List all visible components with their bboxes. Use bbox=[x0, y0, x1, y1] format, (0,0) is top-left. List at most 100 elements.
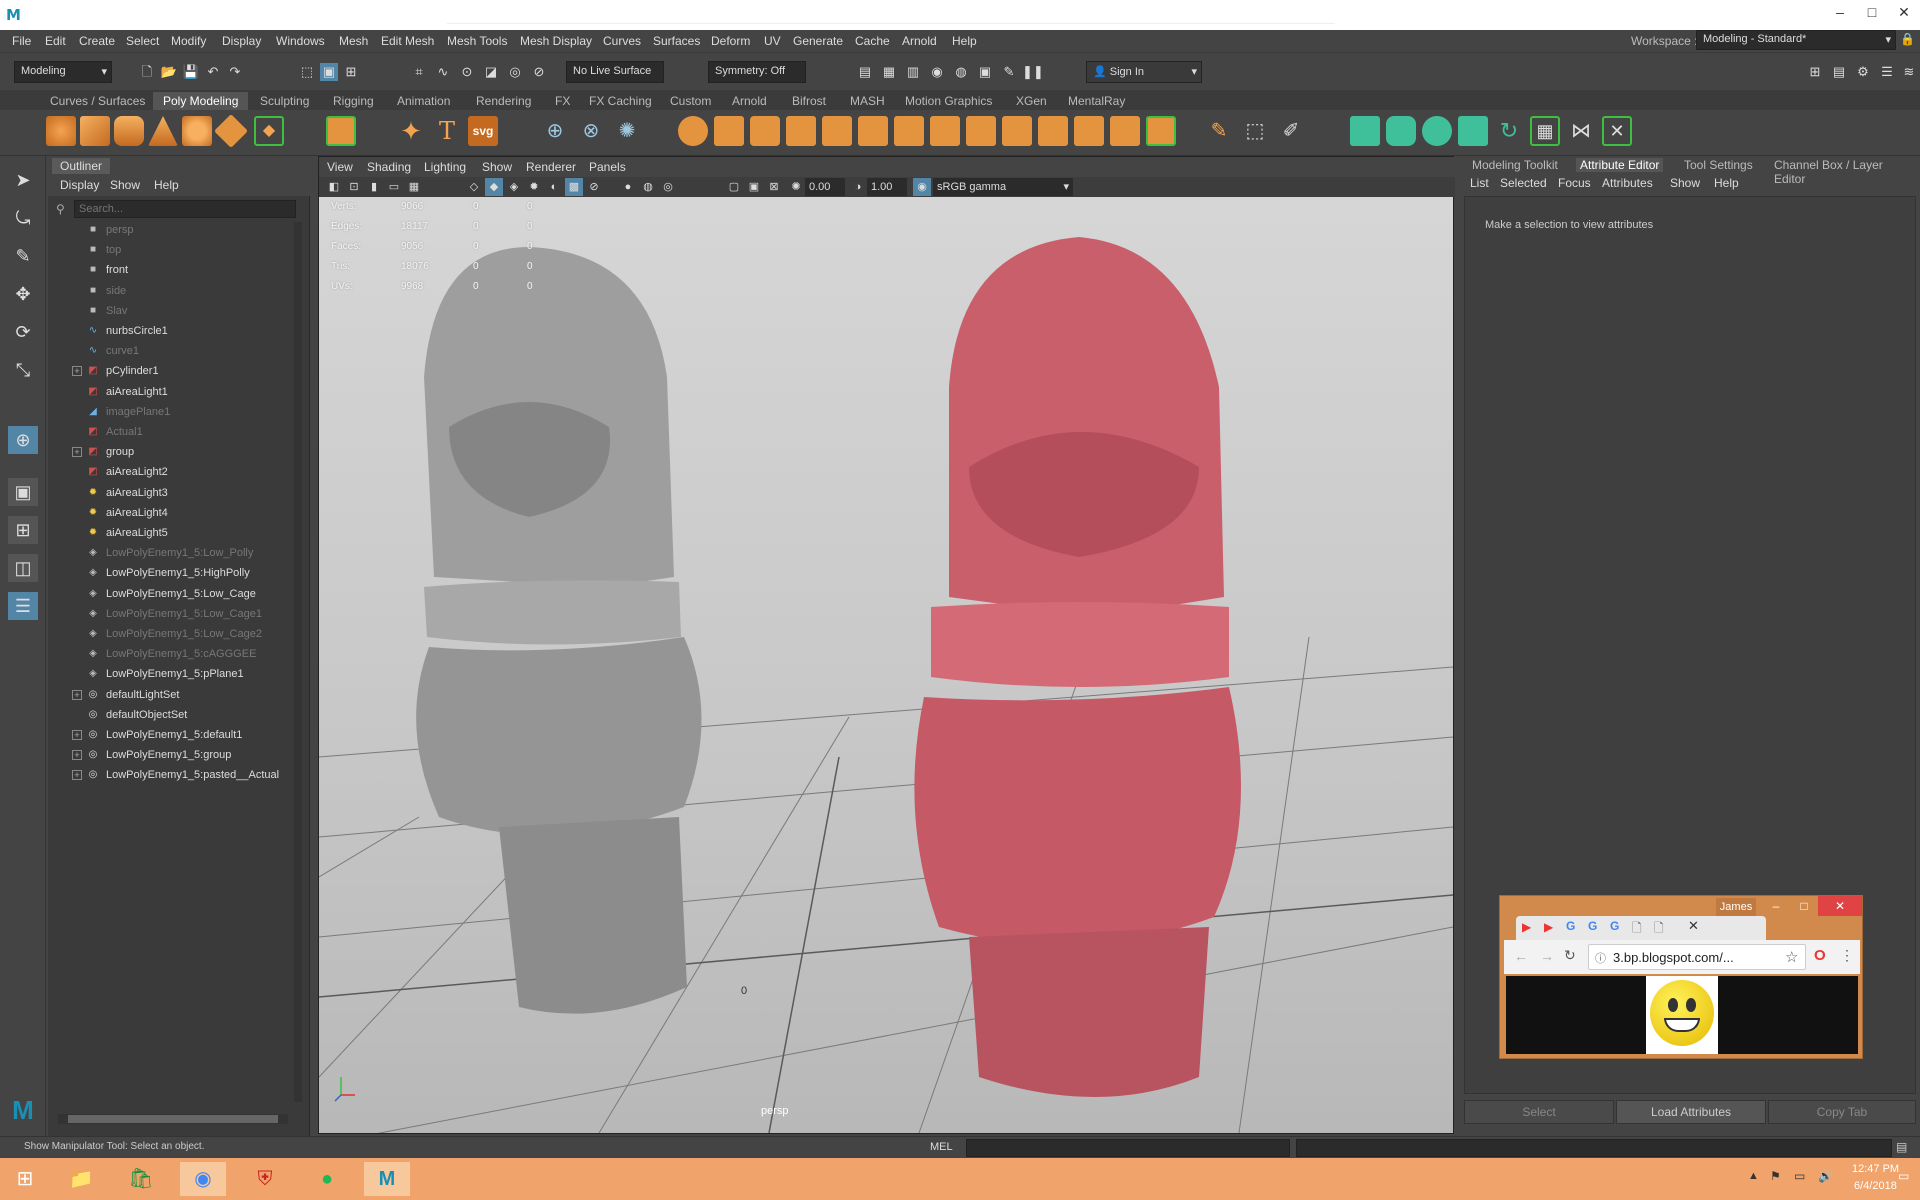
shelf-tab-fx-caching[interactable]: FX Caching bbox=[579, 92, 662, 110]
ae-menu-selected[interactable]: Selected bbox=[1500, 176, 1547, 190]
outliner-tab[interactable]: Outliner bbox=[52, 158, 111, 174]
menu-mesh[interactable]: Mesh bbox=[339, 34, 368, 48]
clock-time[interactable]: 12:47 PM bbox=[1852, 1163, 1899, 1175]
bookmark-icon[interactable]: ▮ bbox=[365, 178, 383, 196]
poly-sphere-icon[interactable] bbox=[46, 116, 76, 146]
youtube-tab-icon[interactable]: ▶ bbox=[1522, 920, 1531, 934]
info-icon[interactable]: ⓘ bbox=[1595, 950, 1606, 966]
paint-select-icon[interactable]: ✎ bbox=[8, 242, 38, 270]
outliner-item[interactable]: ✹ aiAreaLight3 bbox=[48, 483, 288, 503]
file-explorer-icon[interactable]: 📁 bbox=[58, 1162, 104, 1196]
outliner-item[interactable]: ✹ aiAreaLight4 bbox=[48, 503, 288, 523]
isolate-icon[interactable]: ⊘ bbox=[585, 178, 603, 196]
outliner-scrollbar[interactable] bbox=[294, 222, 302, 1102]
menu-surfaces[interactable]: Surfaces bbox=[653, 34, 700, 48]
four-view-icon[interactable]: ⊞ bbox=[8, 516, 38, 544]
menu-generate[interactable]: Generate bbox=[793, 34, 843, 48]
combine-icon[interactable]: ⊕ bbox=[540, 116, 570, 146]
shelf-tab-fx[interactable]: FX bbox=[545, 92, 580, 110]
outliner-item[interactable]: ■ Slav bbox=[48, 301, 288, 321]
mode-selector[interactable]: Modeling ▾ bbox=[14, 61, 112, 83]
chrome-maximize-button[interactable]: □ bbox=[1790, 896, 1818, 916]
select-tool-icon[interactable]: ➤ bbox=[8, 166, 38, 194]
ae-menu-attributes[interactable]: Attributes bbox=[1602, 176, 1653, 190]
uv-spherical-icon[interactable] bbox=[1422, 116, 1452, 146]
outliner-search-input[interactable] bbox=[74, 200, 296, 218]
tab-tool-settings[interactable]: Tool Settings bbox=[1680, 158, 1757, 172]
field-chart-icon[interactable]: ⊠ bbox=[765, 178, 783, 196]
google-tab-icon[interactable]: G bbox=[1610, 919, 1619, 933]
shelf-tab-mentalray[interactable]: MentalRay bbox=[1058, 92, 1135, 110]
target-weld-icon[interactable] bbox=[1110, 116, 1140, 146]
lasso-tool-icon[interactable]: ⤿ bbox=[8, 204, 38, 232]
separate-icon[interactable]: ⊗ bbox=[576, 116, 606, 146]
outliner-item[interactable]: ∿ curve1 bbox=[48, 341, 288, 361]
lock-camera-icon[interactable]: ⊡ bbox=[345, 178, 363, 196]
tab-attribute-editor[interactable]: Attribute Editor bbox=[1576, 158, 1664, 172]
mcafee-icon[interactable]: ⛨ bbox=[242, 1162, 288, 1196]
rotate-tool-icon[interactable]: ⟳ bbox=[8, 318, 38, 346]
hypershade-icon[interactable]: ◍ bbox=[952, 63, 970, 81]
live-surface-field[interactable]: No Live Surface bbox=[566, 61, 664, 83]
back-icon[interactable]: ← bbox=[1514, 948, 1528, 964]
volume-icon[interactable]: 🔊 bbox=[1818, 1169, 1833, 1183]
snap-plane-icon[interactable]: ◪ bbox=[482, 63, 500, 81]
menu-file[interactable]: File bbox=[12, 34, 31, 48]
mirror-icon[interactable] bbox=[750, 116, 780, 146]
motion-blur-icon[interactable]: ◎ bbox=[659, 178, 677, 196]
append-icon[interactable] bbox=[894, 116, 924, 146]
menu-curves[interactable]: Curves bbox=[603, 34, 641, 48]
render-settings-icon[interactable]: ◉ bbox=[928, 63, 946, 81]
google-tab-icon[interactable]: G bbox=[1588, 919, 1597, 933]
uv-planar-icon[interactable] bbox=[1350, 116, 1380, 146]
poly-disc-icon[interactable]: ◆ bbox=[254, 116, 284, 146]
exposure-icon[interactable]: ✺ bbox=[787, 178, 805, 196]
outliner-item[interactable]: ◈ LowPolyEnemy1_5:Low_Polly bbox=[48, 543, 288, 563]
outliner-item[interactable]: + ◎ LowPolyEnemy1_5:default1 bbox=[48, 725, 288, 745]
bookmark-star-icon[interactable]: ☆ bbox=[1785, 948, 1798, 966]
chrome-address-bar[interactable]: ⓘ 3.bp.blogspot.com/... ☆ bbox=[1588, 944, 1806, 970]
lock-icon[interactable]: 🔒 bbox=[1900, 32, 1915, 48]
outliner-item[interactable]: ◩ aiAreaLight1 bbox=[48, 382, 288, 402]
modeling-toolkit-icon[interactable]: ⊞ bbox=[1806, 63, 1824, 81]
shelf-tab-custom[interactable]: Custom bbox=[660, 92, 721, 110]
edit-edge-flow-icon[interactable]: ✐ bbox=[1276, 116, 1306, 146]
menu-mesh-display[interactable]: Mesh Display bbox=[520, 34, 592, 48]
expand-icon[interactable]: + bbox=[72, 730, 82, 740]
expand-icon[interactable]: + bbox=[72, 447, 82, 458]
outliner-item[interactable]: + ◎ LowPolyEnemy1_5:pasted__Actual bbox=[48, 765, 288, 785]
menu-modify[interactable]: Modify bbox=[171, 34, 206, 48]
poly-torus-icon[interactable] bbox=[182, 116, 212, 146]
script-language-label[interactable]: MEL bbox=[930, 1141, 953, 1153]
maximize-button[interactable]: □ bbox=[1856, 0, 1888, 26]
triangulate-icon[interactable] bbox=[1002, 116, 1032, 146]
shelf-tab-rendering[interactable]: Rendering bbox=[466, 92, 541, 110]
menu-display[interactable]: Display bbox=[222, 34, 261, 48]
windows-start-icon[interactable]: ⊞ bbox=[2, 1162, 48, 1196]
script-editor-icon[interactable]: ▤ bbox=[1896, 1140, 1907, 1154]
poly-platonic-icon[interactable] bbox=[326, 116, 356, 146]
outliner-item[interactable]: ◈ LowPolyEnemy1_5:HighPolly bbox=[48, 563, 288, 583]
workspace-selector[interactable]: Modeling - Standard* ▾ bbox=[1696, 30, 1896, 50]
outliner-item[interactable]: ◩ aiAreaLight2 bbox=[48, 462, 288, 482]
type-tool-icon[interactable]: T bbox=[432, 116, 462, 146]
close-button[interactable]: ✕ bbox=[1888, 0, 1920, 26]
outliner-item[interactable]: ◈ LowPolyEnemy1_5:Low_Cage bbox=[48, 584, 288, 604]
outliner-item[interactable]: ◢ imagePlane1 bbox=[48, 402, 288, 422]
outliner-item[interactable]: + ◩ pCylinder1 bbox=[48, 361, 288, 381]
clock-date[interactable]: 6/4/2018 bbox=[1854, 1180, 1897, 1192]
exposure-field[interactable]: 0.00 bbox=[805, 178, 845, 196]
pause-icon[interactable]: ❚❚ bbox=[1022, 63, 1044, 81]
outliner-item[interactable]: ◎ defaultObjectSet bbox=[48, 705, 288, 725]
minimize-button[interactable]: – bbox=[1824, 0, 1856, 26]
outliner-layout-icon[interactable]: ☰ bbox=[8, 592, 38, 620]
spotify-icon[interactable]: ● bbox=[304, 1162, 350, 1196]
menu-deform[interactable]: Deform bbox=[711, 34, 750, 48]
snap-grid-icon[interactable]: ⌗ bbox=[410, 63, 428, 81]
chrome-minimize-button[interactable]: – bbox=[1762, 896, 1790, 916]
arnold-render-icon[interactable]: ✎ bbox=[1000, 63, 1018, 81]
menu-mesh-tools[interactable]: Mesh Tools bbox=[447, 34, 507, 48]
menu-edit-mesh[interactable]: Edit Mesh bbox=[381, 34, 434, 48]
network-icon[interactable]: ▭ bbox=[1794, 1169, 1805, 1183]
connect-icon[interactable] bbox=[1146, 116, 1176, 146]
